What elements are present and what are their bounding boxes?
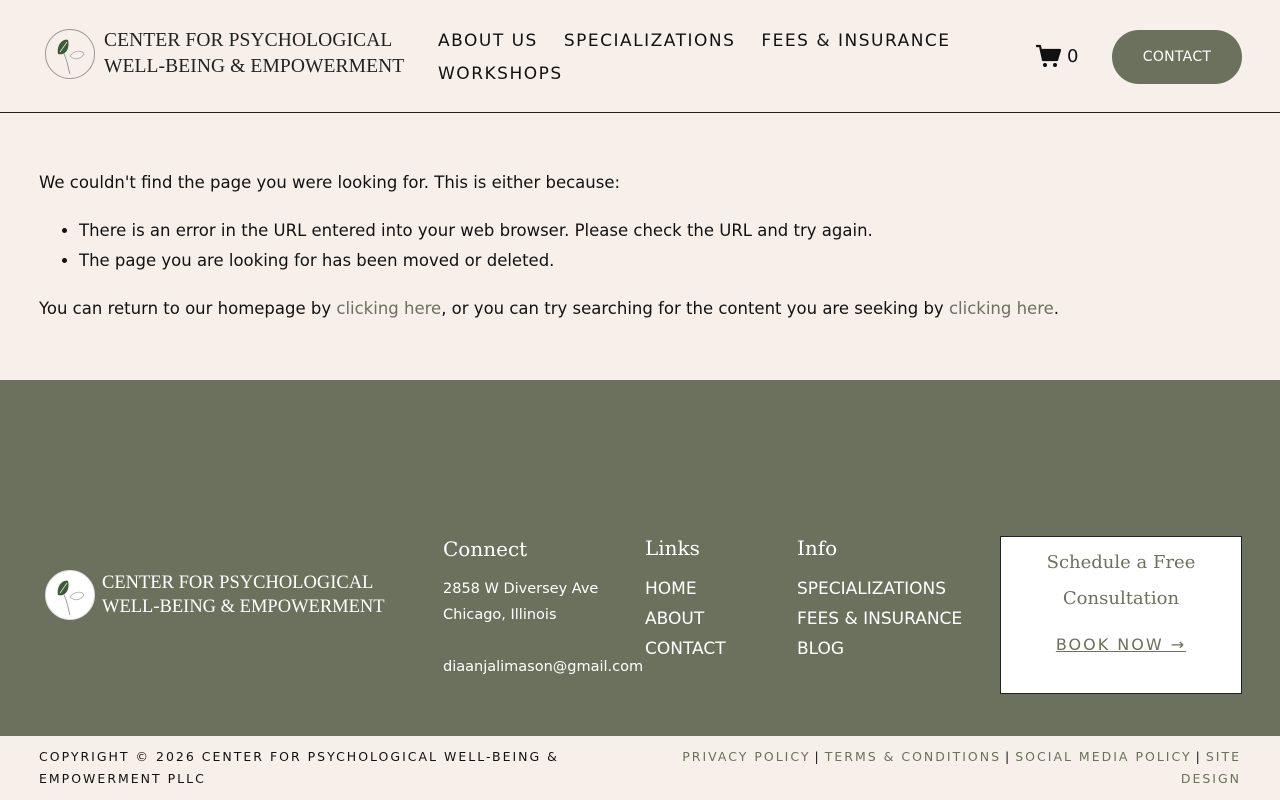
logo-line-1: CENTER FOR PSYCHOLOGICAL <box>104 30 393 51</box>
footer-link-about[interactable]: ABOUT <box>645 604 726 634</box>
info-heading: Info <box>797 536 838 560</box>
return-middle: , or you can try searching for the conte… <box>441 299 949 318</box>
book-now-button[interactable]: BOOK NOW → <box>1056 635 1186 654</box>
address-line-2: Chicago, Illinois <box>443 607 557 623</box>
nav-workshops[interactable]: WORKSHOPS <box>438 64 563 84</box>
return-suffix: . <box>1053 299 1060 318</box>
return-prefix: You can return to our homepage by <box>39 299 337 318</box>
nav-about-us[interactable]: ABOUT US <box>438 31 538 51</box>
return-paragraph: You can return to our homepage by clicki… <box>39 296 1239 322</box>
footer-link-specializations[interactable]: SPECIALIZATIONS <box>797 574 967 604</box>
legal-separator: | <box>814 749 821 764</box>
nav-fees-insurance[interactable]: FEES & INSURANCE <box>761 31 950 51</box>
main-nav: ABOUT US SPECIALIZATIONS FEES & INSURANC… <box>438 24 958 90</box>
site-logo[interactable]: CENTER FOR PSYCHOLOGICAL WELL-BEING & EM… <box>44 28 404 80</box>
leaf-logo-icon <box>45 29 95 79</box>
legal-separator: | <box>1005 749 1012 764</box>
cart-count: 0 <box>1067 45 1079 67</box>
contact-button[interactable]: CONTACT <box>1112 30 1242 84</box>
site-footer: CENTER FOR PSYCHOLOGICAL WELL-BEING & EM… <box>0 380 1280 736</box>
cart-icon <box>1036 44 1061 67</box>
not-found-content: We couldn't find the page you were looki… <box>39 170 1239 322</box>
connect-heading: Connect <box>443 537 528 561</box>
consultation-card: Schedule a Free Consultation BOOK NOW → <box>1000 536 1242 694</box>
address-line-1: 2858 W Diversey Ave <box>443 581 599 597</box>
footer-logo-line-1: CENTER FOR PSYCHOLOGICAL <box>102 573 374 593</box>
terms-conditions-link[interactable]: TERMS & CONDITIONS <box>825 749 1001 764</box>
footer-link-blog[interactable]: BLOG <box>797 634 967 664</box>
footer-connect: Connect 2858 W Diversey Ave Chicago, Ill… <box>443 536 643 680</box>
privacy-policy-link[interactable]: PRIVACY POLICY <box>682 749 810 764</box>
reason-item: There is an error in the URL entered int… <box>79 216 1239 246</box>
footer-logo-text: CENTER FOR PSYCHOLOGICAL WELL-BEING & EM… <box>102 571 385 619</box>
social-media-policy-link[interactable]: SOCIAL MEDIA POLICY <box>1015 749 1191 764</box>
logo-text: CENTER FOR PSYCHOLOGICAL WELL-BEING & EM… <box>104 28 404 80</box>
footer-link-fees-insurance[interactable]: FEES & INSURANCE <box>797 604 967 634</box>
site-header: CENTER FOR PSYCHOLOGICAL WELL-BEING & EM… <box>0 0 1280 113</box>
footer-link-home[interactable]: HOME <box>645 574 726 604</box>
footer-links: Links HOME ABOUT CONTACT <box>645 536 726 664</box>
footer-link-contact[interactable]: CONTACT <box>645 634 726 664</box>
reason-item: The page you are looking for has been mo… <box>79 246 1239 276</box>
logo-line-2: WELL-BEING & EMPOWERMENT <box>104 56 405 77</box>
legal-separator: | <box>1195 749 1202 764</box>
links-heading: Links <box>645 536 700 560</box>
footer-info: Info SPECIALIZATIONS FEES & INSURANCE BL… <box>797 536 967 664</box>
cart-button[interactable]: 0 <box>1035 44 1078 68</box>
reason-list: There is an error in the URL entered int… <box>79 216 1239 276</box>
nav-specializations[interactable]: SPECIALIZATIONS <box>564 31 736 51</box>
email-link[interactable]: diaanjalimason@gmail.com <box>443 654 643 680</box>
footer-logo[interactable]: CENTER FOR PSYCHOLOGICAL WELL-BEING & EM… <box>44 569 385 621</box>
search-link[interactable]: clicking here <box>949 299 1054 318</box>
homepage-link[interactable]: clicking here <box>336 299 441 318</box>
consultation-title: Schedule a Free Consultation <box>1046 552 1196 609</box>
footer-logo-line-2: WELL-BEING & EMPOWERMENT <box>102 597 385 617</box>
not-found-intro: We couldn't find the page you were looki… <box>39 173 621 192</box>
footer-bottom-bar: COPYRIGHT © 2026 CENTER FOR PSYCHOLOGICA… <box>0 736 1280 800</box>
legal-links: PRIVACY POLICY | TERMS & CONDITIONS | SOCIAL… <box>661 746 1241 790</box>
copyright-text: COPYRIGHT © 2026 CENTER FOR PSYCHOLOGICA… <box>39 749 559 786</box>
leaf-logo-icon <box>45 570 95 620</box>
